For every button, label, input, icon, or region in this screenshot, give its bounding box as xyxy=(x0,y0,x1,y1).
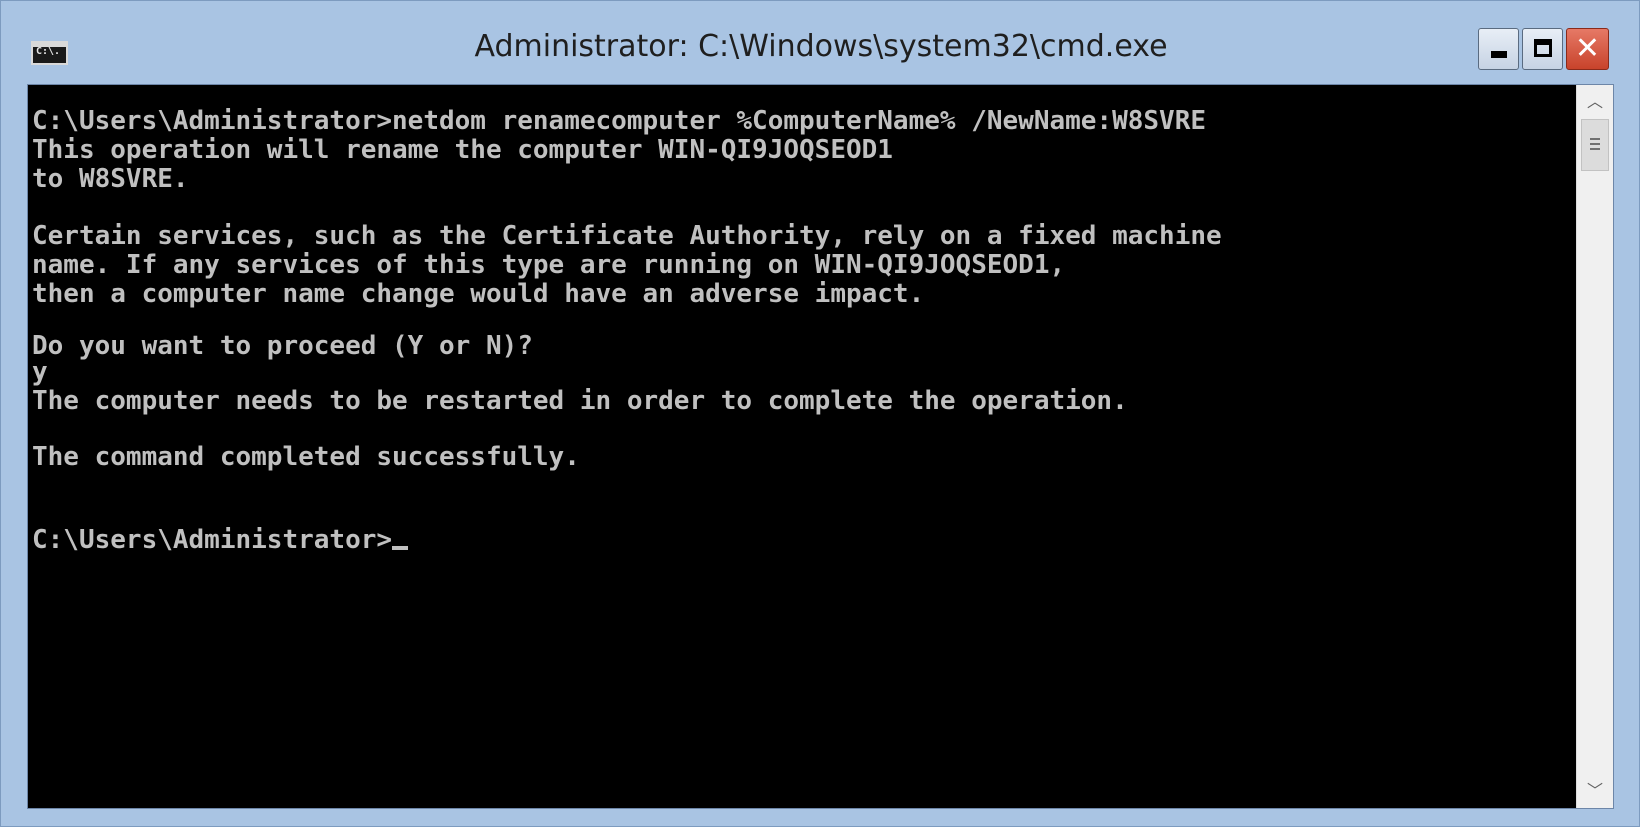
scroll-down-arrow-icon[interactable]: ﹀ xyxy=(1577,774,1613,808)
console-line: y xyxy=(32,357,48,387)
icon-caption-bar xyxy=(33,43,66,47)
console-line: C:\Users\Administrator>netdom renamecomp… xyxy=(32,106,1206,136)
scroll-up-arrow-icon[interactable]: ︿ xyxy=(1577,85,1613,119)
icon-label: C:\. xyxy=(36,46,61,57)
console-line: name. If any services of this type are r… xyxy=(32,250,1066,280)
maximize-button[interactable] xyxy=(1522,28,1563,70)
console-line: then a computer name change would have a… xyxy=(32,279,925,309)
console-line: The command completed successfully. xyxy=(32,442,580,472)
console-line: to W8SVRE. xyxy=(32,164,189,194)
scrollbar-thumb[interactable] xyxy=(1581,119,1609,171)
prompt-text: C:\Users\Administrator> xyxy=(32,525,393,555)
window-title: Administrator: C:\Windows\system32\cmd.e… xyxy=(474,29,1168,64)
maximize-icon xyxy=(1534,39,1552,57)
vertical-scrollbar[interactable]: ︿ ﹀ xyxy=(1576,85,1613,808)
minimize-icon xyxy=(1491,51,1507,58)
text-cursor xyxy=(392,546,409,550)
prompt-line[interactable]: C:\Users\Administrator> xyxy=(32,525,409,555)
close-icon: ✕ xyxy=(1574,31,1601,66)
console-line: This operation will rename the computer … xyxy=(32,135,893,165)
grip-icon xyxy=(1590,138,1600,150)
console-line: The computer needs to be restarted in or… xyxy=(32,386,1128,416)
cmd-console-icon[interactable]: C:\. xyxy=(31,41,68,65)
cmd-window: C:\. Administrator: C:\Windows\system32\… xyxy=(0,0,1640,827)
console-line: Do you want to proceed (Y or N)? xyxy=(32,331,533,361)
console-output[interactable]: C:\Users\Administrator>netdom renamecomp… xyxy=(28,85,1576,808)
title-bar[interactable]: C:\. Administrator: C:\Windows\system32\… xyxy=(1,1,1639,83)
console-client-area: C:\Users\Administrator>netdom renamecomp… xyxy=(27,84,1614,809)
console-line: Certain services, such as the Certificat… xyxy=(32,221,1222,251)
close-button[interactable]: ✕ xyxy=(1566,28,1609,70)
minimize-button[interactable] xyxy=(1478,28,1519,70)
